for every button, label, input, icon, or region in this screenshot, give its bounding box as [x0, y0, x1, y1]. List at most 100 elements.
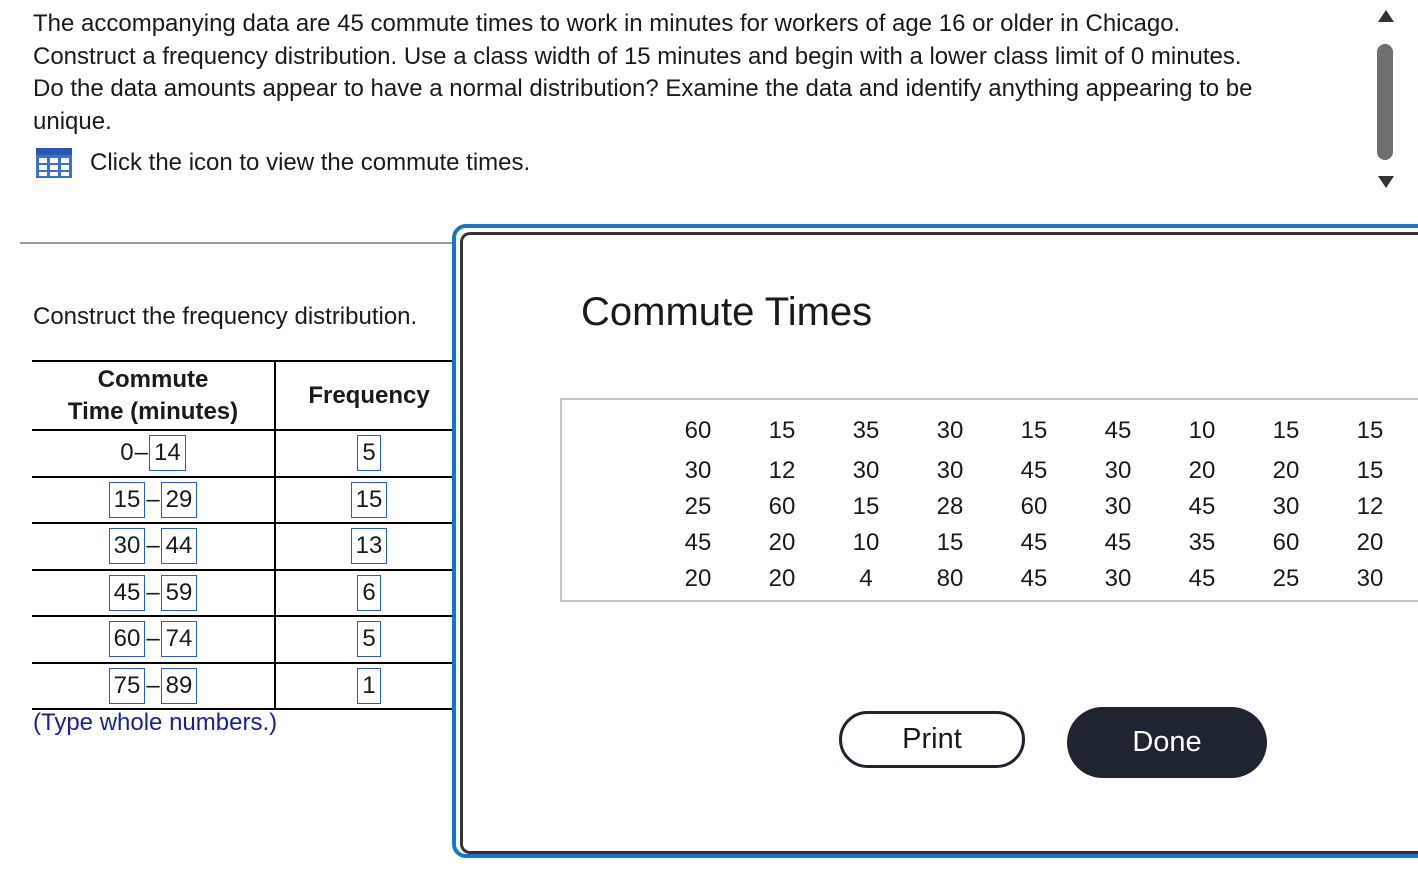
- data-column: 60 30 25 45 20: [656, 413, 740, 597]
- scroll-up-arrow-icon[interactable]: [1378, 10, 1394, 22]
- data-cell: 10: [1188, 417, 1216, 444]
- data-cell: 45: [1188, 565, 1216, 592]
- table-row: 15 – 29 15: [32, 477, 462, 524]
- data-cell: 28: [936, 493, 964, 520]
- data-cell: 60: [1272, 529, 1300, 556]
- data-cell: 30: [1104, 457, 1132, 484]
- table-header: Commute Time (minutes) Frequency: [32, 360, 462, 431]
- table-row: 0 – 14 5: [32, 431, 462, 478]
- dialog-title: Commute Times: [581, 290, 873, 334]
- done-button[interactable]: Done: [1067, 707, 1267, 778]
- input-hint: (Type whole numbers.): [33, 709, 278, 736]
- upper-limit-input[interactable]: 14: [149, 435, 186, 472]
- data-cell: 30: [936, 457, 964, 484]
- data-cell: 20: [768, 565, 796, 592]
- data-cell: 45: [1020, 565, 1048, 592]
- header-frequency: Frequency: [308, 381, 430, 409]
- data-cell: 15: [852, 493, 880, 520]
- data-cell: 45: [1104, 529, 1132, 556]
- frequency-input[interactable]: 1: [357, 667, 381, 704]
- section-divider: [20, 242, 460, 244]
- data-table-icon[interactable]: [35, 147, 73, 179]
- view-data-link[interactable]: Click the icon to view the commute times…: [35, 146, 530, 180]
- data-cell: 45: [1188, 493, 1216, 520]
- data-column: 15 15 12 20 30: [1328, 413, 1412, 597]
- data-cell: 15: [1020, 417, 1048, 444]
- data-cell: 20: [1272, 457, 1300, 484]
- data-cell: 25: [684, 493, 712, 520]
- data-cell: 45: [1020, 529, 1048, 556]
- upper-limit-input[interactable]: 44: [160, 528, 198, 565]
- data-cell: 45: [1020, 457, 1048, 484]
- data-cell: 12: [1356, 493, 1384, 520]
- data-column: 45 30 30 45 30: [1076, 413, 1160, 597]
- table-row: 30 – 44 13: [32, 524, 462, 571]
- data-cell: 20: [1356, 529, 1384, 556]
- data-cell: 15: [1356, 457, 1384, 484]
- question-line: unique.: [33, 107, 112, 135]
- frequency-input[interactable]: 5: [357, 621, 381, 658]
- scroll-thumb[interactable]: [1377, 44, 1393, 160]
- data-grid: 60 30 25 45 20 15 12 60 20 20 35 30 15 10 4 30 30 28 15 80 1…: [656, 413, 1412, 597]
- upper-limit-input[interactable]: 89: [160, 667, 198, 704]
- data-column: 15 12 60 20 20: [740, 413, 824, 597]
- print-button[interactable]: Print: [839, 711, 1025, 768]
- data-cell: 30: [936, 417, 964, 444]
- question-line: Construct a frequency distribution. Use …: [33, 42, 1242, 70]
- question-text: The accompanying data are 45 commute tim…: [33, 8, 1363, 138]
- data-cell: 30: [852, 457, 880, 484]
- data-cell: 35: [852, 417, 880, 444]
- data-cell: 20: [768, 529, 796, 556]
- data-cell: 30: [1104, 565, 1132, 592]
- data-cell: 25: [1272, 565, 1300, 592]
- data-cell: 45: [684, 529, 712, 556]
- frequency-input[interactable]: 15: [350, 481, 388, 518]
- commute-times-dialog: Commute Times 60 30 25 45 20 15 12 60 20 20 35 30 15…: [452, 224, 1418, 858]
- view-data-label[interactable]: Click the icon to view the commute times…: [90, 149, 530, 177]
- data-cell: 15: [1356, 417, 1384, 444]
- lower-limit-input[interactable]: 30: [108, 528, 146, 565]
- lower-limit-input[interactable]: 15: [108, 481, 146, 518]
- upper-limit-input[interactable]: 59: [160, 574, 198, 611]
- data-cell: 20: [684, 565, 712, 592]
- lower-limit-input[interactable]: 45: [108, 574, 146, 611]
- data-cell: 10: [852, 529, 880, 556]
- data-cell: 15: [768, 417, 796, 444]
- data-cell: 45: [1104, 417, 1132, 444]
- upper-limit-input[interactable]: 74: [160, 621, 198, 658]
- data-column: 10 20 45 35 45: [1160, 413, 1244, 597]
- construct-instruction: Construct the frequency distribution.: [33, 303, 418, 330]
- question-scrollbar[interactable]: [1370, 4, 1402, 202]
- data-column: 30 30 28 15 80: [908, 413, 992, 597]
- data-cell: 30: [1356, 565, 1384, 592]
- data-cell: 60: [768, 493, 796, 520]
- upper-limit-input[interactable]: 29: [160, 481, 198, 518]
- question-line: Do the data amounts appear to have a nor…: [33, 75, 1253, 102]
- data-cell: 15: [1272, 417, 1300, 444]
- data-cell: 20: [1188, 457, 1216, 484]
- data-column: 15 45 60 45 45: [992, 413, 1076, 597]
- frequency-input[interactable]: 13: [350, 528, 388, 565]
- table-row: 75 – 89 1: [32, 663, 462, 710]
- data-cell: 30: [1104, 493, 1132, 520]
- data-cell: 15: [936, 529, 964, 556]
- data-cell: 35: [1188, 529, 1216, 556]
- scroll-down-arrow-icon[interactable]: [1378, 176, 1394, 188]
- data-cell: 80: [936, 565, 964, 592]
- data-cell: 30: [1272, 493, 1300, 520]
- data-cell: 60: [684, 417, 712, 444]
- lower-limit-input[interactable]: 75: [108, 667, 146, 704]
- data-cell: 4: [859, 565, 873, 592]
- table-row: 60 – 74 5: [32, 617, 462, 664]
- data-cell: 12: [768, 457, 796, 484]
- frequency-input[interactable]: 6: [357, 574, 381, 611]
- frequency-input[interactable]: 5: [357, 435, 381, 472]
- lower-limit: 0: [120, 439, 134, 467]
- question-line: The accompanying data are 45 commute tim…: [33, 10, 1181, 37]
- data-cell: 60: [1020, 493, 1048, 520]
- table-row: 45 – 59 6: [32, 570, 462, 617]
- lower-limit-input[interactable]: 60: [108, 621, 146, 658]
- data-column: 35 30 15 10 4: [824, 413, 908, 597]
- header-commute-time: Commute Time (minutes): [32, 362, 276, 429]
- data-cell: 30: [684, 457, 712, 484]
